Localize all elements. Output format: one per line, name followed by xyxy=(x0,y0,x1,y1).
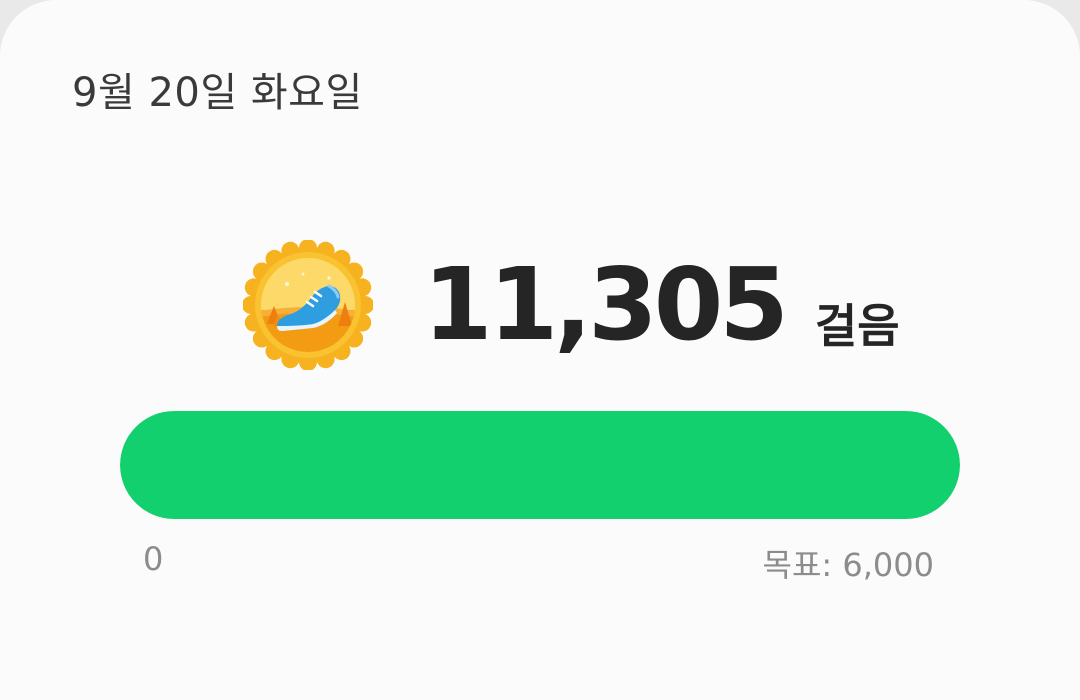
step-goal-label: 목표: 6,000 xyxy=(762,546,934,584)
step-unit-label: 걸음 xyxy=(814,299,900,353)
date-label: 9월 20일 화요일 xyxy=(72,70,363,116)
step-count: 11,305 xyxy=(423,246,789,363)
running-shoe-medal-icon xyxy=(243,240,373,370)
progress-min-label: 0 xyxy=(143,540,164,578)
step-progress-fill xyxy=(120,411,960,519)
steps-card[interactable]: 9월 20일 화요일 11,305 걸음 0 목표: 6,000 xyxy=(0,0,1080,700)
step-progress-bar xyxy=(120,411,960,519)
steps-summary: 11,305 걸음 xyxy=(243,240,900,370)
